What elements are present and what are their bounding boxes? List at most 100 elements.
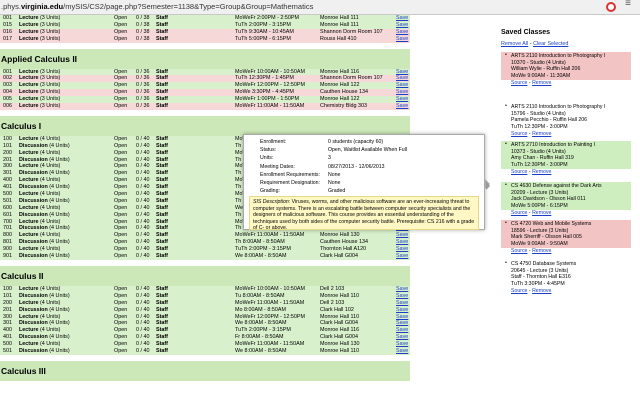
class-type: Lecture (4 Units) <box>19 163 61 170</box>
saved-class-item[interactable]: ARTS 2110 Introduction to Photography I1… <box>501 52 631 87</box>
enrollment: 0 / 40 <box>136 211 150 218</box>
save-link[interactable]: Save <box>396 334 410 341</box>
save-link[interactable]: Save <box>396 246 410 253</box>
save-link[interactable]: Save <box>396 348 410 355</box>
instructor: Staff <box>156 142 168 149</box>
source-link[interactable]: Source <box>511 210 527 216</box>
saved-class-line: CS 4720 Web and Mobile Systems <box>511 221 592 227</box>
section-number: 701 <box>3 225 12 232</box>
section-number: 005 <box>3 96 12 103</box>
remove-link[interactable]: Remove <box>532 131 551 137</box>
status: Open <box>114 313 128 320</box>
save-link[interactable]: Save <box>396 75 410 82</box>
remove-all-link[interactable]: Remove All <box>501 41 528 47</box>
saved-class-line: MoWe 9:00AM - 9:50AM <box>511 240 568 247</box>
remove-link[interactable]: Remove <box>532 288 551 294</box>
course-title[interactable]: Calculus II <box>0 265 410 286</box>
remove-link[interactable]: Remove <box>532 210 551 216</box>
enrollment: 0 / 40 <box>136 156 150 163</box>
save-link[interactable]: Save <box>396 307 410 314</box>
save-link[interactable]: Save <box>396 293 410 300</box>
section-number: 900 <box>3 246 12 253</box>
instructor: Staff <box>156 170 168 177</box>
save-link[interactable]: Save <box>396 82 410 89</box>
table-row: Lecture (3 Units) 001 Open 0 / 38 Staff MoWeF… <box>0 15 410 22</box>
save-link[interactable]: Save <box>396 286 410 293</box>
source-link[interactable]: Source <box>511 131 527 137</box>
save-link[interactable]: Save <box>396 253 410 260</box>
save-link[interactable]: Save <box>396 22 410 29</box>
class-type: Discussion (4 Units) <box>19 170 70 177</box>
saved-class-item[interactable]: CS 4750 Database Systems20645 - Lecture … <box>501 260 631 295</box>
source-link[interactable]: Source <box>511 169 527 175</box>
save-link[interactable]: Save <box>396 36 410 43</box>
saved-class-item[interactable]: CS 4630 Defense against the Dark Arts202… <box>501 182 631 217</box>
save-link[interactable]: Save <box>396 89 410 96</box>
instructor: Staff <box>156 103 168 110</box>
status: Open <box>114 68 128 75</box>
section-number: 100 <box>3 285 12 292</box>
save-link[interactable]: Save <box>396 341 410 348</box>
source-link[interactable]: Source <box>511 80 527 86</box>
browser-address-bar[interactable]: .phys.virginia.edu/mySIS/CS2/page.php?Se… <box>0 0 640 15</box>
meeting-time: We 8:00AM - 8:50AM <box>235 320 287 327</box>
save-link[interactable]: Save <box>396 327 410 334</box>
save-link[interactable]: Save <box>396 96 410 103</box>
enrollment: 0 / 36 <box>136 89 150 96</box>
status: Open <box>114 15 128 21</box>
saved-class-actions: Source - Remove <box>511 288 552 295</box>
saved-class-line: 15796 - Studio (4 Units) <box>511 110 566 117</box>
clear-selected-link[interactable]: Clear Selected <box>533 41 568 47</box>
saved-class-line: TuTh 12:30PM - 3:00PM <box>511 161 568 168</box>
instructor: Staff <box>156 82 168 89</box>
save-link[interactable]: Save <box>396 232 410 239</box>
remove-link[interactable]: Remove <box>532 248 551 254</box>
saved-class-item[interactable]: ARTS 2110 Introduction to Photography I1… <box>501 103 631 138</box>
field-value: None <box>328 171 341 178</box>
extension-icon[interactable] <box>606 2 616 12</box>
saved-class-item[interactable]: CS 4720 Web and Mobile Systems18596 - Le… <box>501 220 631 255</box>
expand-panel-arrow-icon[interactable] <box>486 182 490 190</box>
source-link[interactable]: Source <box>511 248 527 254</box>
course-title[interactable]: Calculus I <box>0 115 410 136</box>
course-title[interactable]: Applied Calculus II <box>0 48 410 69</box>
class-type: Lecture (3 Units) <box>19 96 61 103</box>
save-link[interactable]: Save <box>396 103 410 110</box>
class-type: Lecture (3 Units) <box>19 103 61 110</box>
save-link[interactable]: Save <box>396 15 410 22</box>
remove-link[interactable]: Remove <box>532 80 551 86</box>
save-link[interactable]: Save <box>396 69 410 76</box>
section-number: 101 <box>3 292 12 299</box>
source-link[interactable]: Source <box>511 288 527 294</box>
saved-class-line: MoWe 5:00PM - 6:15PM <box>511 202 568 209</box>
tooltip-field: Enrollment: 0 students (capacity 60) <box>244 138 484 146</box>
room: Chemistry Bldg 303 <box>320 103 368 110</box>
save-link[interactable]: Save <box>396 314 410 321</box>
menu-icon[interactable]: ≡ <box>622 0 634 13</box>
table-row: Lecture (3 Units) 015 Open 0 / 38 Staff TuTh … <box>0 21 410 29</box>
instructor: Staff <box>156 211 168 218</box>
save-link[interactable]: Save <box>396 300 410 307</box>
status: Open <box>114 232 128 239</box>
section-number: 301 <box>3 320 12 327</box>
saved-class-item[interactable]: ARTS 2710 Introduction to Painting I1037… <box>501 141 631 176</box>
url-text[interactable]: .phys.virginia.edu/mySIS/CS2/page.php?Se… <box>1 2 313 11</box>
save-link[interactable]: Save <box>396 239 410 246</box>
class-type: Lecture (4 Units) <box>19 149 61 156</box>
class-type: Lecture (3 Units) <box>19 75 61 82</box>
saved-class-actions: Source - Remove <box>511 80 552 87</box>
save-link[interactable]: Save <box>396 320 410 327</box>
instructor: Staff <box>156 28 168 35</box>
class-type: Lecture (4 Units) <box>19 204 61 211</box>
class-type: Discussion (4 Units) <box>19 225 70 232</box>
field-label: Requirement Designation: <box>260 179 320 186</box>
meeting-time: Mo 8:00AM - 8:50AM <box>235 306 286 313</box>
remove-link[interactable]: Remove <box>532 169 551 175</box>
save-link[interactable]: Save <box>396 29 410 36</box>
room: Monroe Hall 116 <box>320 68 360 75</box>
status: Open <box>114 21 128 28</box>
course-title[interactable]: Calculus III <box>0 360 410 381</box>
instructor: Staff <box>156 21 168 28</box>
instructor: Staff <box>156 156 168 163</box>
enrollment: 0 / 40 <box>136 327 150 334</box>
